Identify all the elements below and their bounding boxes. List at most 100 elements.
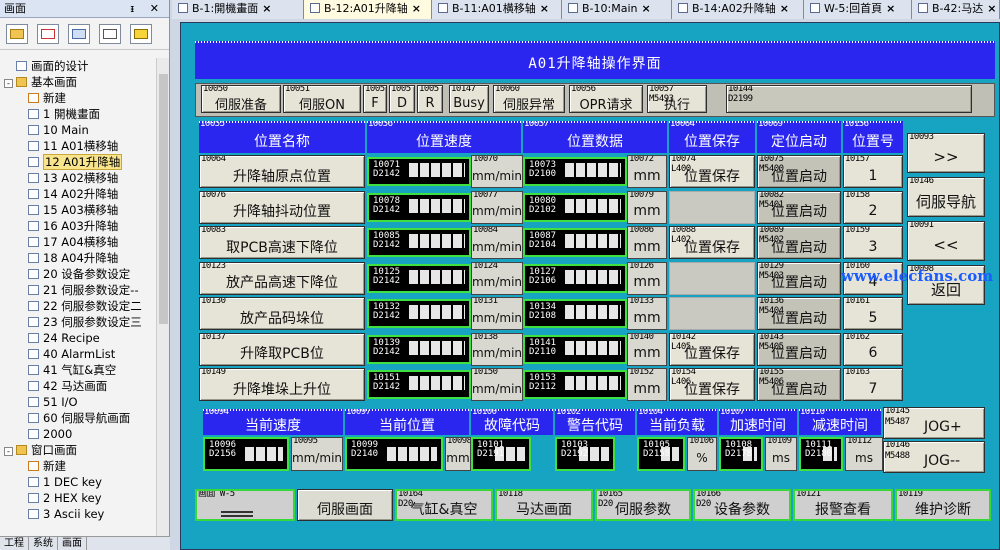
close-icon[interactable]: ×	[987, 2, 996, 15]
close-icon[interactable]: ×	[540, 2, 549, 15]
position-speed-input[interactable]: 10078 D2142	[367, 192, 471, 222]
side-nav-button[interactable]: 10091 <<	[907, 221, 985, 261]
tree-item[interactable]: 24 Recipe	[0, 330, 156, 346]
tree-scrollbar[interactable]	[156, 58, 169, 536]
position-data-input[interactable]: 10073 D2100	[523, 157, 627, 186]
tree-item[interactable]: 23 伺服参数设定三	[0, 314, 156, 330]
tree-item[interactable]: 2000	[0, 426, 156, 442]
position-speed-input[interactable]: 10085 D2142	[367, 228, 471, 257]
position-name-button[interactable]: 10083 取PCB高速下降位	[199, 226, 365, 259]
collapse-icon[interactable]: -	[4, 447, 13, 456]
tree-item[interactable]: 13 A02横移轴	[0, 170, 156, 186]
position-start-button[interactable]: 10082 M5401 位置启动	[757, 190, 841, 224]
position-start-button[interactable]: 10143 M5405 位置启动	[757, 332, 841, 366]
tree-item[interactable]: 10 Main	[0, 122, 156, 138]
position-name-button[interactable]: 10076 升降轴抖动位置	[199, 190, 365, 224]
tab-screen-5[interactable]: W-5:回首頁 ×	[804, 0, 912, 19]
tab-screen-6[interactable]: B-42:马达 ×	[912, 0, 1000, 19]
position-name-button[interactable]: 10137 升降取PCB位	[199, 332, 365, 366]
tree-item[interactable]: 画面的设计	[0, 58, 156, 74]
position-save-button[interactable]: 10088 L402 位置保存	[669, 226, 755, 259]
tree-item[interactable]: 17 A04横移轴	[0, 234, 156, 250]
bottom-nav-button[interactable]: 10121 报警查看	[793, 489, 893, 521]
close-icon[interactable]: ×	[780, 2, 789, 15]
tree-item[interactable]: 40 AlarmList	[0, 346, 156, 362]
tree-item[interactable]: 21 伺服参数设定--	[0, 282, 156, 298]
position-start-button[interactable]: 10075 M5400 位置启动	[757, 155, 841, 188]
tree-item[interactable]: 16 A03升降轴	[0, 218, 156, 234]
tree-item[interactable]: 22 伺服参数设定二	[0, 298, 156, 314]
tree-item[interactable]: 60 伺服导航画面	[0, 410, 156, 426]
position-data-input[interactable]: 10080 D2102	[523, 192, 627, 222]
jog-button[interactable]: 10145 M5487 JOG+	[883, 407, 985, 439]
jog-button[interactable]: 10146 M5488 JOG--	[883, 441, 985, 473]
collapse-icon[interactable]: -	[4, 79, 13, 88]
warning-screen-icon[interactable]	[130, 23, 152, 44]
close-icon[interactable]: ×	[641, 2, 650, 15]
position-name-button[interactable]: 10064 升降轴原点位置	[199, 155, 365, 188]
position-save-button[interactable]: 10074 L400 位置保存	[669, 155, 755, 188]
close-icon[interactable]: ×	[262, 2, 271, 15]
bottom-nav-button[interactable]: 10119 维护诊断	[895, 489, 991, 521]
tree-item[interactable]: 12 A01升降轴	[0, 154, 156, 170]
bottom-nav-button[interactable]: 10165 D20 伺服参数	[595, 489, 691, 521]
bottom-nav-button[interactable]: 10118 马达画面	[495, 489, 593, 521]
tree-item[interactable]: 新建	[0, 90, 156, 106]
close-icon[interactable]: ×	[886, 2, 895, 15]
tree-item[interactable]: - 窗口画面	[0, 442, 156, 458]
position-speed-input[interactable]: 10139 D2142	[367, 334, 471, 364]
tree-item[interactable]: 51 I/O	[0, 394, 156, 410]
tree-item[interactable]: 18 A04升降轴	[0, 250, 156, 266]
position-speed-input[interactable]: 10151 D2142	[367, 370, 471, 399]
position-data-input[interactable]: 10141 D2110	[523, 334, 627, 364]
tab-system[interactable]: 系统	[29, 537, 58, 550]
tree-item[interactable]: 14 A02升降轴	[0, 186, 156, 202]
position-start-button[interactable]: 10136 M5404 位置启动	[757, 297, 841, 330]
position-name-button[interactable]: 10149 升降堆垛上升位	[199, 368, 365, 401]
document-list-icon[interactable]	[99, 23, 121, 44]
tree-item[interactable]: 42 马达画面	[0, 378, 156, 394]
tree-item[interactable]: 1 DEC key	[0, 474, 156, 490]
position-save-button[interactable]: 10142 L405 位置保存	[669, 332, 755, 366]
tree-item[interactable]: 3 Ascii key	[0, 506, 156, 522]
position-name-button[interactable]: 10130 放产品码垛位	[199, 297, 365, 330]
position-start-button[interactable]: 10089 M5402 位置启动	[757, 226, 841, 259]
position-data-input[interactable]: 10153 D2112	[523, 370, 627, 399]
position-speed-input[interactable]: 10071 D2142	[367, 157, 471, 186]
panel-pin-close-icon[interactable]: ᵻ ✕	[130, 0, 165, 18]
bottom-nav-button[interactable]: 10166 D20 设备参数	[693, 489, 791, 521]
screen-properties-icon[interactable]	[68, 23, 90, 44]
tab-screen-2[interactable]: B-11:A01横移轴 ×	[432, 0, 562, 19]
scrollbar-thumb[interactable]	[159, 74, 168, 324]
tab-project[interactable]: 工程	[0, 537, 29, 550]
tab-screen-3[interactable]: B-10:Main ×	[562, 0, 672, 19]
close-icon[interactable]: ×	[412, 2, 421, 15]
tab-screen-4[interactable]: B-14:A02升降轴 ×	[672, 0, 804, 19]
open-folder-icon[interactable]	[6, 23, 28, 44]
position-name-button[interactable]: 10123 放产品高速下降位	[199, 261, 365, 295]
tree-item[interactable]: 41 气缸&真空	[0, 362, 156, 378]
bottom-nav-button[interactable]: 10164 D20 气缸&真空	[395, 489, 493, 521]
tab-screen-1[interactable]: B-12:A01升降轴 ×	[304, 0, 432, 19]
position-speed-input[interactable]: 10132 D2142	[367, 299, 471, 328]
position-save-button[interactable]: 10154 L406 位置保存	[669, 368, 755, 401]
tree-item[interactable]: 新建	[0, 458, 156, 474]
position-data-input[interactable]: 10134 D2108	[523, 299, 627, 328]
tree-item[interactable]: 20 设备参数设定	[0, 266, 156, 282]
tree-item[interactable]: - 基本画面	[0, 74, 156, 90]
tree-item[interactable]: 2 HEX key	[0, 490, 156, 506]
position-start-button[interactable]: 10155 M5406 位置启动	[757, 368, 841, 401]
position-speed-input[interactable]: 10125 D2142	[367, 263, 471, 293]
position-data-input[interactable]: 10127 D2106	[523, 263, 627, 293]
tree-item[interactable]: 1 開機畫面	[0, 106, 156, 122]
position-start-button[interactable]: 10129 M5403 位置启动	[757, 261, 841, 295]
tab-screen[interactable]: 画面	[58, 537, 87, 550]
bottom-nav-button[interactable]: 伺服画面	[297, 489, 393, 521]
tab-screen-0[interactable]: B-1:開機畫面 ×	[172, 0, 304, 19]
tree-item[interactable]: 11 A01横移轴	[0, 138, 156, 154]
side-nav-button[interactable]: 10093 >>	[907, 133, 985, 173]
tree-item[interactable]: 15 A03横移轴	[0, 202, 156, 218]
delete-screen-icon[interactable]	[37, 23, 59, 44]
bottom-nav-button[interactable]: 画面 W-5	[195, 489, 295, 521]
position-data-input[interactable]: 10087 D2104	[523, 228, 627, 257]
